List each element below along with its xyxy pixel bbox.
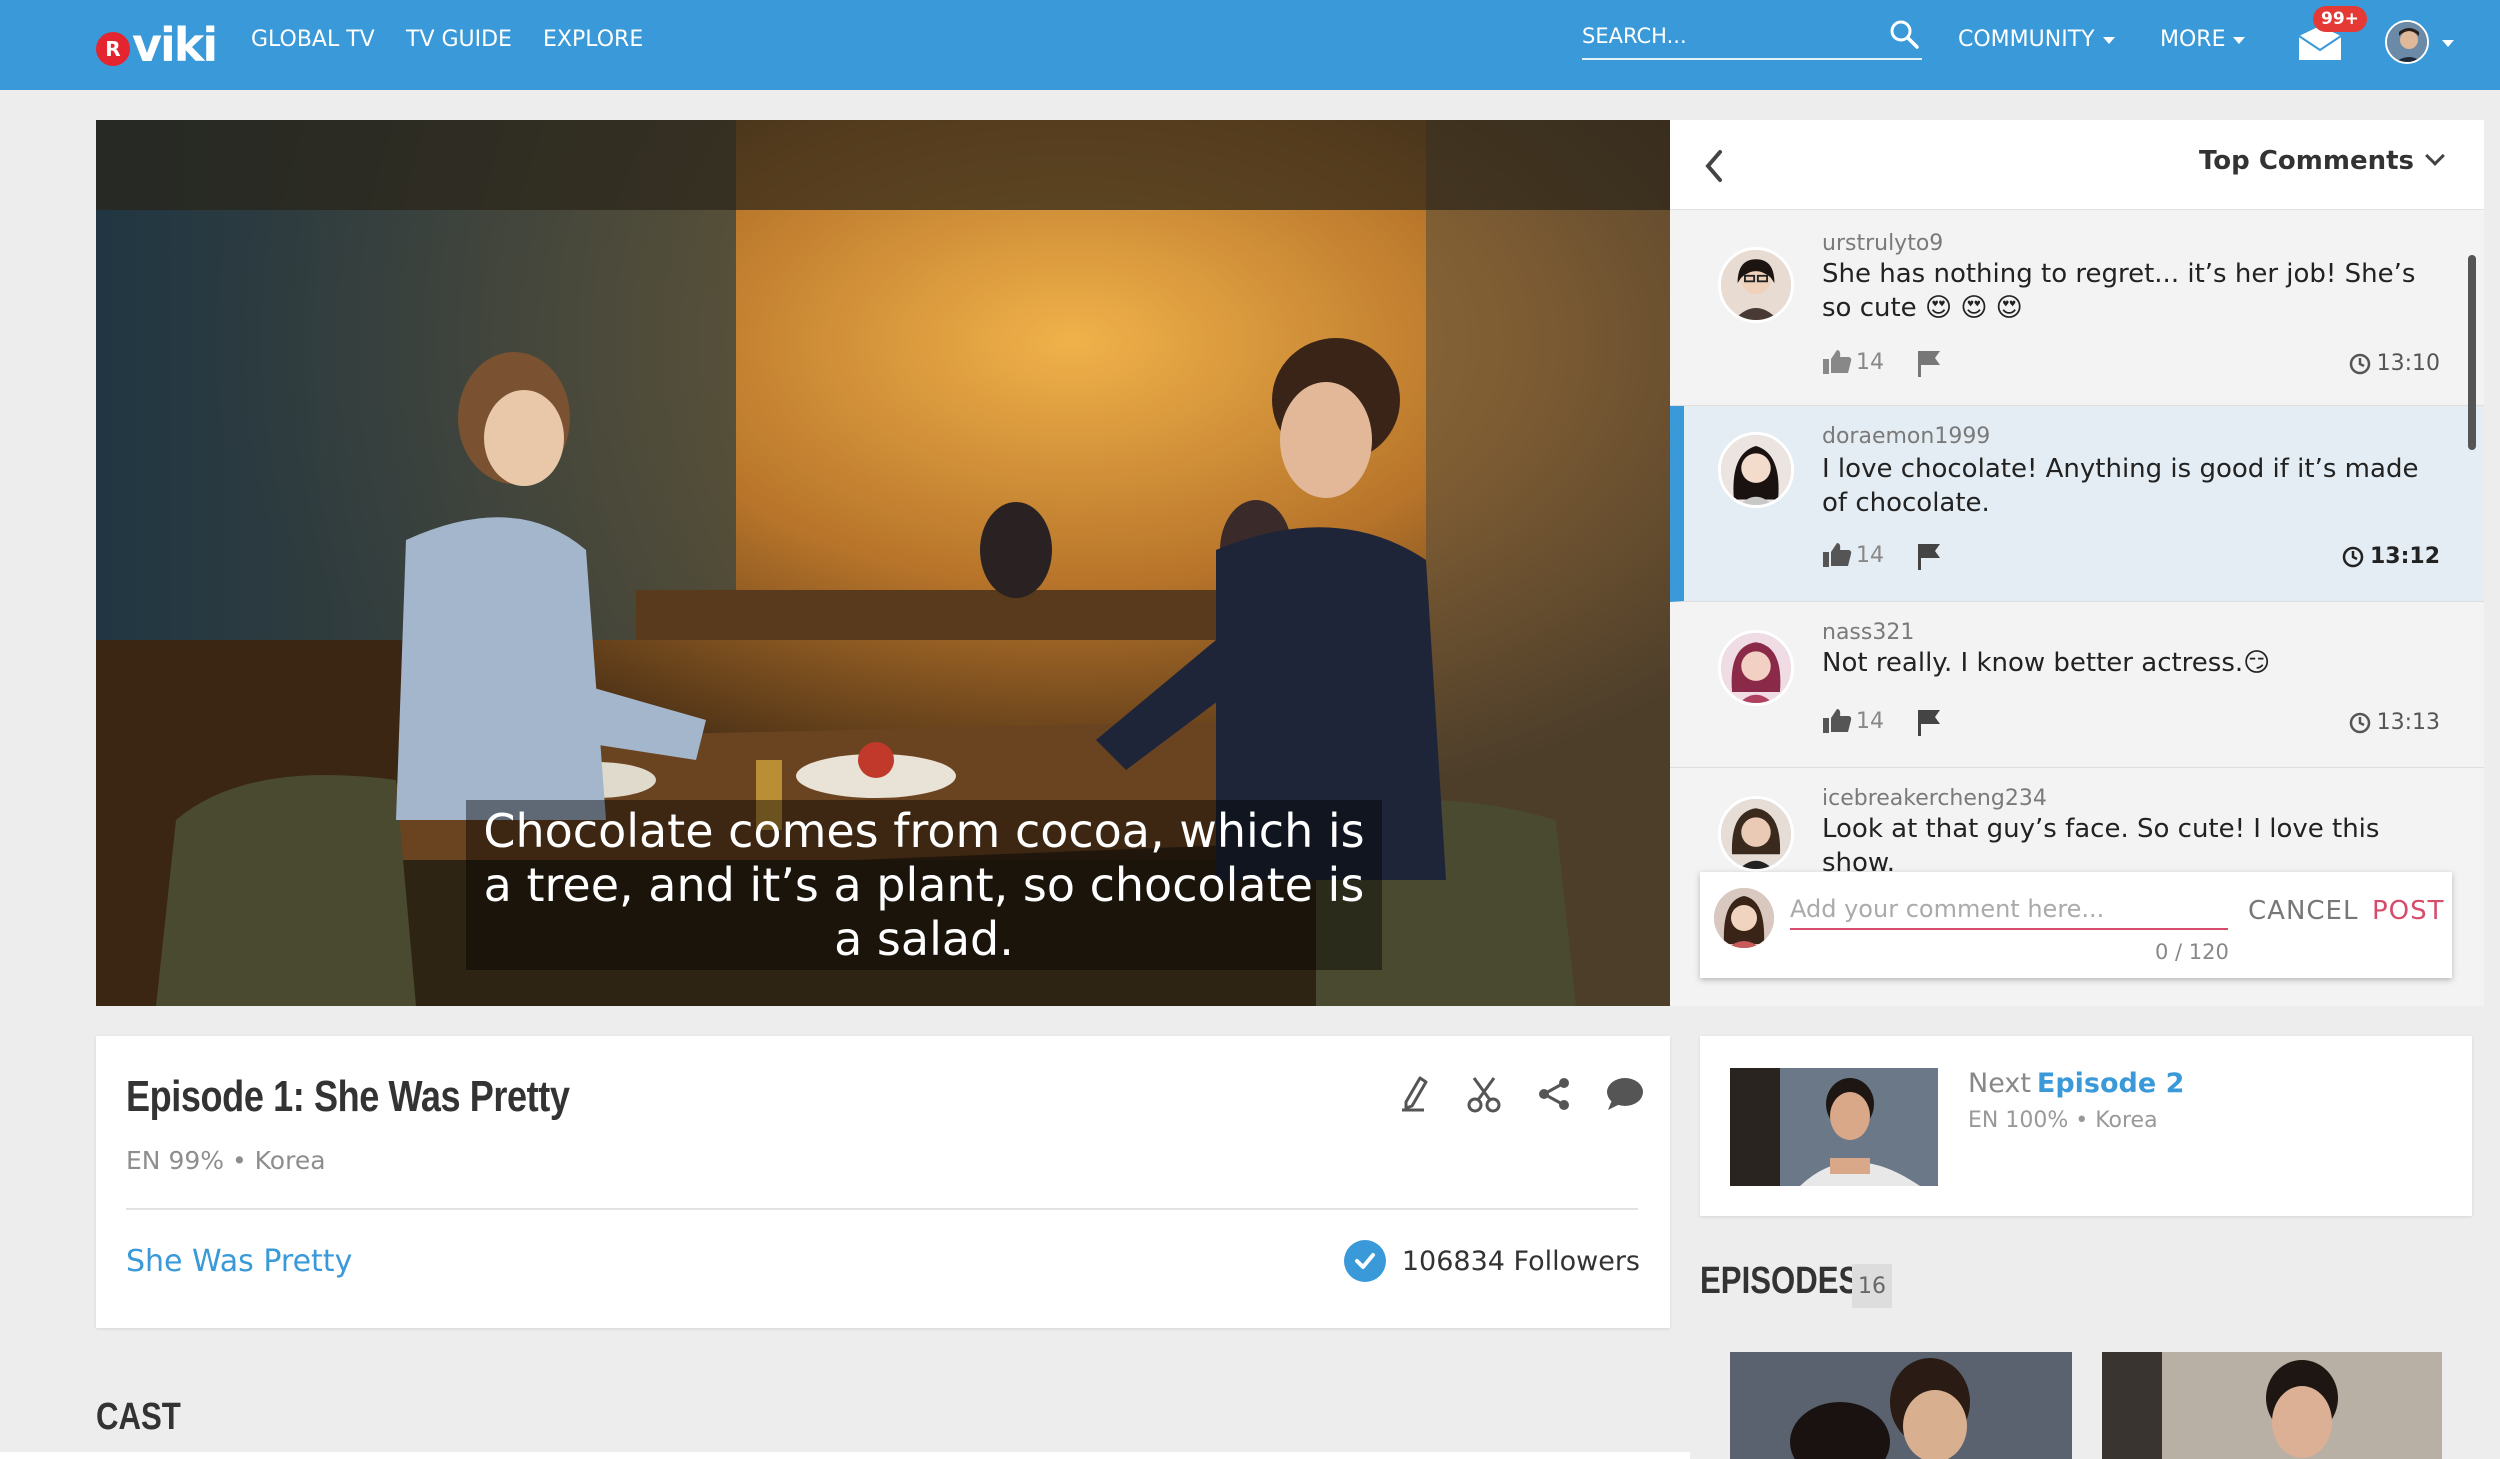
comment-item-active: doraemon1999 I love chocolate! Anything …	[1670, 406, 2484, 602]
cast-heading: CAST	[96, 1396, 181, 1438]
like-count: 14	[1856, 542, 1884, 568]
like-button[interactable]: 14	[1822, 542, 1884, 568]
chevron-down-icon	[2102, 36, 2115, 44]
like-count: 14	[1856, 349, 1884, 375]
chevron-down-icon[interactable]	[2442, 40, 2454, 47]
timestamp-label: 13:10	[2376, 351, 2440, 376]
like-button[interactable]: 14	[1822, 349, 1884, 375]
like-count: 14	[1856, 708, 1884, 734]
show-link[interactable]: She Was Pretty	[126, 1244, 352, 1279]
episode-actions	[1394, 1074, 1644, 1114]
divider	[126, 1208, 1638, 1210]
flag-icon[interactable]	[1916, 708, 1942, 736]
timestamp-label: 13:13	[2376, 710, 2440, 735]
clock-icon	[2349, 353, 2370, 374]
flag-icon[interactable]	[1916, 349, 1942, 377]
next-prefix: Next	[1968, 1068, 2031, 1099]
chevron-left-icon[interactable]	[1698, 146, 1730, 186]
share-icon[interactable]	[1534, 1074, 1574, 1114]
nav-tv-guide[interactable]: TV GUIDE	[406, 26, 512, 54]
comment-text: I love chocolate! Anything is good if it…	[1822, 454, 2419, 518]
avatar[interactable]	[1718, 432, 1794, 508]
like-button[interactable]: 14	[1822, 708, 1884, 734]
user-avatar[interactable]	[2385, 20, 2429, 64]
sort-dropdown[interactable]: Top Comments	[2199, 146, 2445, 176]
nav-community[interactable]: COMMUNITY	[1958, 26, 2115, 54]
episode-meta: EN 99% • Korea	[126, 1146, 326, 1175]
chevron-down-icon	[2425, 146, 2445, 166]
comment-timestamp[interactable]: 13:12	[2342, 544, 2440, 569]
character-count: 0 / 120	[2155, 940, 2229, 964]
comments-scrollbar[interactable]	[2468, 255, 2476, 450]
episode-thumbnail[interactable]	[1730, 1352, 2072, 1459]
follow-button[interactable]: 106834 Followers	[1343, 1240, 1640, 1282]
comment-text: Look at that guy’s face. So cute! I love…	[1822, 814, 2380, 878]
next-episode-label: Next Episode 2	[1968, 1068, 2184, 1099]
comment-username[interactable]: icebreakercheng234	[1822, 786, 2047, 811]
episode-info-card: Episode 1: She Was Pretty EN 99% • Korea…	[96, 1036, 1670, 1328]
nav-global-tv[interactable]: GLOBAL TV	[251, 26, 375, 54]
thumbs-up-icon	[1823, 350, 1852, 374]
comment-text: Not really. I know better actress.😏	[1822, 648, 2271, 678]
comment-username[interactable]: urstrulyto9	[1822, 231, 1943, 256]
comment-input[interactable]	[1790, 890, 2228, 930]
next-episode-thumbnail[interactable]	[1730, 1068, 1938, 1186]
comment-timestamp[interactable]: 13:13	[2349, 710, 2440, 735]
timestamp-label: 13:12	[2369, 544, 2440, 569]
followers-count: 106834 Followers	[1401, 1245, 1640, 1277]
comments-header: Top Comments	[1670, 120, 2484, 210]
episodes-count-badge: 16	[1852, 1264, 1892, 1308]
next-episode-link[interactable]: Episode 2	[2037, 1068, 2184, 1099]
avatar[interactable]	[1718, 796, 1794, 872]
comment-bubble-icon[interactable]	[1604, 1074, 1644, 1114]
cancel-button[interactable]: CANCEL	[2248, 896, 2358, 926]
chevron-down-icon	[2233, 36, 2246, 44]
search-box[interactable]: SEARCH...	[1582, 16, 1922, 60]
search-input[interactable]: SEARCH...	[1582, 24, 1687, 48]
episode-thumbnail[interactable]	[2102, 1352, 2442, 1459]
cast-section	[0, 1452, 1690, 1459]
episodes-heading: EPISODES	[1700, 1260, 1860, 1302]
clock-icon	[2342, 546, 2364, 567]
comment-timestamp[interactable]: 13:10	[2349, 351, 2440, 376]
next-episode-card[interactable]: Next Episode 2 EN 100% • Korea	[1700, 1036, 2472, 1216]
thumbs-up-icon	[1823, 709, 1852, 733]
comment-composer: 0 / 120 CANCEL POST	[1700, 872, 2452, 978]
comment-item: urstrulyto9 She has nothing to regret...…	[1670, 211, 2484, 406]
nav-community-label: COMMUNITY	[1958, 27, 2095, 52]
viki-logo[interactable]: R viki	[96, 18, 218, 72]
nav-explore[interactable]: EXPLORE	[543, 26, 643, 54]
sort-label: Top Comments	[2199, 146, 2414, 176]
video-player[interactable]: Chocolate comes from cocoa, which is a t…	[96, 120, 1670, 1006]
check-icon	[1343, 1240, 1386, 1282]
pen-icon[interactable]	[1394, 1074, 1434, 1114]
notifications-badge: 99+	[2313, 6, 2367, 32]
comment-username[interactable]: nass321	[1822, 620, 1914, 645]
comment-item: nass321 Not really. I know better actres…	[1670, 602, 2484, 768]
comment-text: She has nothing to regret... it’s her jo…	[1822, 259, 2416, 323]
avatar[interactable]	[1718, 247, 1794, 323]
clock-icon	[2349, 712, 2370, 733]
comment-item: icebreakercheng234 Look at that guy’s fa…	[1670, 768, 2484, 878]
logo-text: viki	[132, 18, 218, 72]
comment-username[interactable]: doraemon1999	[1822, 424, 1990, 449]
logo-badge: R	[96, 32, 130, 66]
nav-more-label: MORE	[2160, 27, 2226, 52]
thumbs-up-icon	[1823, 543, 1852, 567]
avatar[interactable]	[1718, 630, 1794, 706]
post-button[interactable]: POST	[2372, 896, 2445, 926]
scissors-icon[interactable]	[1464, 1074, 1504, 1114]
comments-panel: Top Comments urstrulyto9 She has nothing…	[1670, 120, 2484, 1006]
search-icon[interactable]	[1888, 18, 1920, 50]
avatar	[1714, 888, 1774, 948]
video-subtitle: Chocolate comes from cocoa, which is a t…	[466, 800, 1382, 970]
episode-title: Episode 1: She Was Pretty	[126, 1072, 570, 1121]
flag-icon[interactable]	[1916, 542, 1942, 570]
nav-more[interactable]: MORE	[2160, 26, 2246, 54]
top-nav: R viki GLOBAL TV TV GUIDE EXPLORE SEARCH…	[0, 0, 2500, 90]
next-episode-meta: EN 100% • Korea	[1968, 1108, 2158, 1133]
